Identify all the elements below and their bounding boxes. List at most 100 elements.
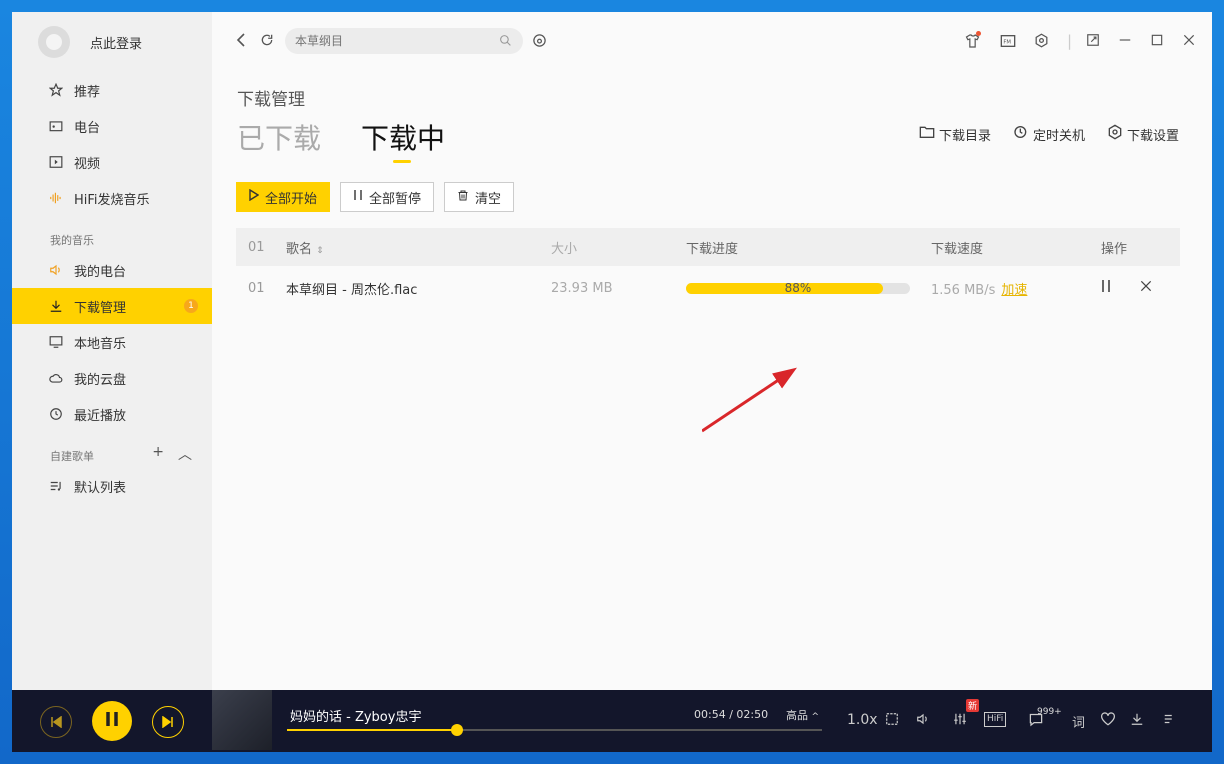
start-all-label: 全部开始 bbox=[265, 191, 318, 207]
row-actions bbox=[1101, 279, 1180, 297]
download-settings-link[interactable]: 下载设置 bbox=[1107, 124, 1179, 144]
login-label[interactable]: 点此登录 bbox=[90, 33, 142, 52]
progress-percent: 88% bbox=[784, 280, 812, 295]
playback-knob[interactable] bbox=[451, 724, 464, 736]
album-cover[interactable] bbox=[212, 690, 272, 750]
search-icon[interactable] bbox=[499, 32, 512, 51]
sidebar-item-local-music[interactable]: 本地音乐 bbox=[12, 324, 212, 360]
chevron-up-icon[interactable]: ︿ bbox=[178, 444, 192, 464]
sidebar-item-my-radio[interactable]: 我的电台 bbox=[12, 252, 212, 288]
sidebar-item-hifi[interactable]: HiFi发烧音乐 bbox=[12, 180, 212, 216]
player-bar: 妈妈的话 - Zyboy忠宇 00:54 / 02:50 高品 ^ 1.0x 新… bbox=[12, 690, 1212, 752]
sidebar-item-label: HiFi发烧音乐 bbox=[74, 192, 150, 208]
sidebar-item-download-manager[interactable]: 下载管理 1 bbox=[12, 288, 212, 324]
tab-downloaded[interactable]: 已下载 bbox=[237, 117, 321, 157]
hifi-wave-icon bbox=[48, 190, 64, 206]
start-all-button[interactable]: 全部开始 bbox=[236, 182, 331, 212]
sidebar: 点此登录 推荐 电台 视频 HiFi发烧音乐 我的音乐 我的电台 下载管理 1 … bbox=[12, 12, 212, 690]
pause-all-button[interactable]: 全部暂停 bbox=[340, 182, 435, 212]
now-playing-title[interactable]: 妈妈的话 - Zyboy忠宇 bbox=[290, 706, 421, 725]
pause-icon bbox=[105, 711, 119, 731]
tab-downloading[interactable]: 下载中 bbox=[361, 117, 445, 163]
close-icon[interactable] bbox=[1139, 279, 1153, 297]
timed-shutdown-link[interactable]: 定时关机 bbox=[1013, 124, 1085, 144]
close-icon[interactable] bbox=[1182, 33, 1196, 51]
star-icon bbox=[48, 82, 64, 98]
app-window: 点此登录 推荐 电台 视频 HiFi发烧音乐 我的音乐 我的电台 下载管理 1 … bbox=[12, 12, 1212, 752]
timer-icon bbox=[1013, 124, 1029, 144]
cloud-icon bbox=[48, 370, 64, 386]
avatar[interactable] bbox=[38, 26, 70, 58]
header-index[interactable]: 01 bbox=[236, 240, 286, 255]
header-speed: 下载速度 bbox=[931, 241, 984, 257]
header-song-name[interactable]: 歌名 ⇕ bbox=[286, 238, 551, 257]
music-recognize-icon[interactable] bbox=[532, 33, 547, 52]
previous-button[interactable] bbox=[40, 706, 72, 738]
skin-shirt-icon[interactable] bbox=[964, 31, 981, 53]
clear-button[interactable]: 清空 bbox=[444, 182, 515, 212]
annotation-arrow bbox=[702, 367, 797, 433]
sidebar-item-recommend[interactable]: 推荐 bbox=[12, 72, 212, 108]
svg-text:FM: FM bbox=[1003, 40, 1011, 46]
add-playlist-icon[interactable]: + bbox=[152, 444, 164, 464]
next-button[interactable] bbox=[152, 706, 184, 738]
clock-icon bbox=[48, 406, 64, 422]
trash-icon bbox=[457, 189, 469, 206]
monitor-icon bbox=[48, 334, 64, 350]
fm-icon[interactable]: FM bbox=[1000, 33, 1016, 53]
playlist-icon bbox=[48, 478, 64, 494]
folder-icon bbox=[919, 125, 935, 143]
hifi-icon[interactable]: HiFi bbox=[984, 712, 1007, 727]
login-area[interactable]: 点此登录 bbox=[38, 26, 142, 58]
equalizer-icon[interactable] bbox=[952, 712, 968, 730]
maximize-icon[interactable] bbox=[1150, 33, 1164, 51]
download-icon[interactable] bbox=[1130, 712, 1144, 730]
sidebar-item-video[interactable]: 视频 bbox=[12, 144, 212, 180]
sidebar-item-cloud[interactable]: 我的云盘 bbox=[12, 360, 212, 396]
playback-progress[interactable] bbox=[287, 724, 822, 736]
download-options: 下载目录 定时关机 下载设置 bbox=[919, 124, 1179, 144]
new-badge: 新 bbox=[966, 699, 980, 712]
accelerate-link[interactable]: 加速 bbox=[1001, 283, 1027, 298]
pause-icon[interactable] bbox=[1101, 279, 1111, 297]
playlists-actions: + ︿ bbox=[152, 444, 192, 464]
search-box[interactable] bbox=[285, 28, 523, 54]
clear-label: 清空 bbox=[475, 191, 502, 207]
table-row[interactable]: 01 本草纲目 - 周杰伦.flac 23.93 MB 88% 1.56 MB/… bbox=[236, 266, 1180, 310]
back-icon[interactable] bbox=[236, 32, 246, 52]
header-size: 大小 bbox=[551, 241, 578, 257]
download-icon bbox=[48, 298, 64, 314]
playlist-queue-icon[interactable] bbox=[1162, 712, 1178, 730]
sidebar-item-recent[interactable]: 最近播放 bbox=[12, 396, 212, 432]
row-progress-cell: 88% bbox=[686, 280, 931, 295]
playlists-nav: 默认列表 bbox=[12, 468, 212, 504]
download-folder-link[interactable]: 下载目录 bbox=[919, 124, 991, 144]
heart-icon[interactable] bbox=[1100, 712, 1116, 730]
pause-all-label: 全部暂停 bbox=[369, 191, 422, 207]
playback-speed[interactable]: 1.0x bbox=[847, 712, 878, 728]
tab-bar: 已下载 下载中 bbox=[237, 117, 445, 163]
desktop-lyric-icon[interactable] bbox=[885, 712, 899, 730]
sidebar-item-default-list[interactable]: 默认列表 bbox=[12, 468, 212, 504]
row-size: 23.93 MB bbox=[551, 280, 613, 296]
table-header: 01 歌名 ⇕ 大小 下载进度 下载速度 操作 bbox=[236, 228, 1180, 266]
download-settings-label: 下载设置 bbox=[1126, 128, 1179, 144]
sidebar-item-label: 我的电台 bbox=[74, 264, 127, 280]
sort-icon[interactable]: ⇕ bbox=[316, 246, 324, 256]
volume-icon[interactable] bbox=[915, 712, 931, 730]
minimize-icon[interactable] bbox=[1118, 33, 1132, 51]
lyric-button[interactable]: 词 bbox=[1072, 712, 1085, 731]
pause-button[interactable] bbox=[92, 701, 132, 741]
sidebar-item-radio[interactable]: 电台 bbox=[12, 108, 212, 144]
speaker-icon bbox=[48, 262, 64, 278]
header-actions: 操作 bbox=[1101, 241, 1128, 257]
sidebar-item-label: 视频 bbox=[74, 156, 101, 172]
quality-selector[interactable]: 高品 ^ bbox=[786, 707, 819, 723]
quality-label: 高品 bbox=[786, 709, 808, 722]
mini-mode-icon[interactable] bbox=[1086, 33, 1100, 51]
settings-hex-icon bbox=[1107, 124, 1123, 144]
action-buttons: 全部开始 全部暂停 清空 bbox=[236, 182, 515, 212]
search-input[interactable] bbox=[295, 34, 495, 48]
settings-icon[interactable] bbox=[1034, 33, 1049, 52]
refresh-icon[interactable] bbox=[260, 33, 274, 51]
